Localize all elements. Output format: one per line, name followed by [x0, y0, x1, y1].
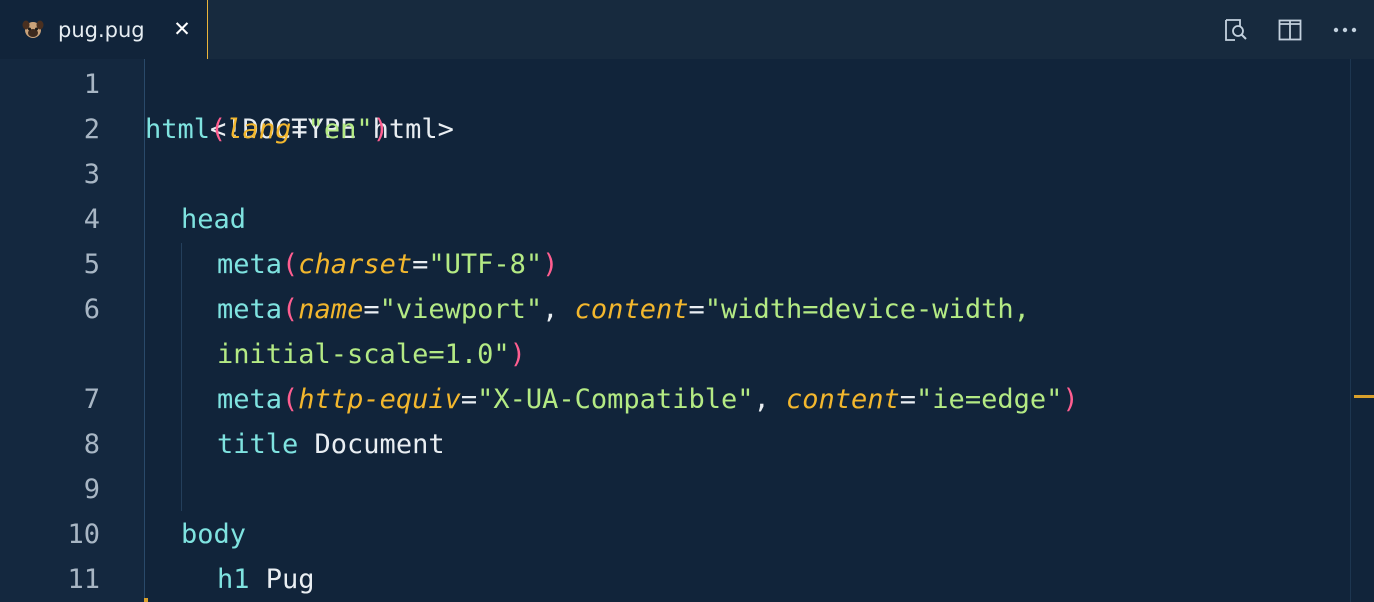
paren-token: )	[509, 339, 526, 370]
paren-token: )	[542, 249, 559, 280]
line-number: 4	[83, 204, 100, 235]
tag-token: head	[181, 204, 247, 235]
tag-token: title	[217, 429, 299, 460]
line-number: 7	[83, 384, 100, 415]
editor-area[interactable]: 1 2 3 4 5 6 7 8 9 10 11 <!DOCTYPE html> …	[0, 59, 1374, 602]
open-preview-icon[interactable]	[1223, 17, 1249, 43]
equals-token: =	[899, 384, 917, 415]
tab-bar: pug.pug ✕	[0, 0, 1374, 59]
attr-token: lang	[226, 114, 292, 145]
string-token: "UTF-8"	[428, 249, 543, 280]
code-line-6-wrap[interactable]: initial-scale=1.0")	[217, 332, 526, 377]
string-token: "width=device-width,	[704, 294, 1030, 325]
attr-token: content	[785, 384, 900, 415]
code-line-8[interactable]: title Document	[217, 422, 445, 467]
code-line-6[interactable]: meta(name="viewport", content="width=dev…	[217, 287, 1030, 332]
tag-token: h1	[217, 564, 250, 595]
paren-token: (	[282, 249, 299, 280]
code-line-10[interactable]: body	[181, 512, 246, 557]
line-number: 8	[83, 429, 100, 460]
equals-token: =	[363, 294, 380, 325]
text-token: Pug	[249, 564, 315, 595]
more-actions-icon[interactable]	[1332, 17, 1358, 43]
equals-token: =	[688, 294, 705, 325]
string-token: "en"	[307, 114, 373, 145]
editor-tab-pug[interactable]: pug.pug ✕	[0, 0, 208, 59]
line-number: 6	[83, 294, 100, 325]
attr-token: charset	[298, 249, 413, 280]
string-token: "X-UA-Compatible"	[477, 384, 754, 415]
overview-ruler-marker	[1354, 395, 1374, 398]
string-token: "ie=edge"	[916, 384, 1063, 415]
tag-token: html	[145, 114, 211, 145]
separator-token: ,	[753, 384, 786, 415]
line-number: 3	[83, 159, 100, 190]
string-token: "viewport"	[379, 294, 543, 325]
cursor-marker	[144, 598, 148, 602]
text-token: Document	[298, 429, 445, 460]
paren-token: (	[210, 114, 227, 145]
line-number: 5	[83, 249, 100, 280]
code-line-4[interactable]: head	[181, 197, 246, 242]
paren-token: (	[282, 294, 299, 325]
close-icon[interactable]: ✕	[171, 18, 193, 40]
line-number: 1	[83, 69, 100, 100]
line-number: 10	[67, 519, 100, 550]
attr-token: name	[298, 294, 364, 325]
vertical-scrollbar[interactable]	[1350, 59, 1374, 602]
tag-token: meta	[217, 384, 283, 415]
line-number: 2	[83, 114, 100, 145]
tab-label: pug.pug	[58, 18, 145, 42]
tag-token: body	[181, 519, 247, 550]
code-line-7[interactable]: meta(http-equiv="X-UA-Compatible", conte…	[217, 377, 1079, 422]
code-line-2[interactable]: html(lang="en")	[145, 107, 389, 152]
attr-token: content	[574, 294, 689, 325]
paren-token: )	[1062, 384, 1079, 415]
line-number: 11	[67, 564, 100, 595]
code-line-5[interactable]: meta(charset="UTF-8")	[217, 242, 558, 287]
line-number-gutter: 1 2 3 4 5 6 7 8 9 10 11	[0, 59, 144, 602]
split-editor-icon[interactable]	[1277, 17, 1303, 43]
code-line-11[interactable]: h1 Pug	[217, 557, 315, 602]
equals-token: =	[412, 249, 429, 280]
separator-token: ,	[542, 294, 575, 325]
line-number: 9	[83, 474, 100, 505]
string-token: initial-scale=1.0"	[217, 339, 510, 370]
indent-guide	[181, 243, 182, 511]
equals-token: =	[291, 114, 308, 145]
tag-token: meta	[217, 249, 283, 280]
paren-token: (	[282, 384, 299, 415]
tag-token: meta	[217, 294, 283, 325]
pug-file-icon	[22, 20, 44, 38]
attr-token: http-equiv	[298, 384, 461, 415]
equals-token: =	[460, 384, 478, 415]
paren-token: )	[372, 114, 389, 145]
